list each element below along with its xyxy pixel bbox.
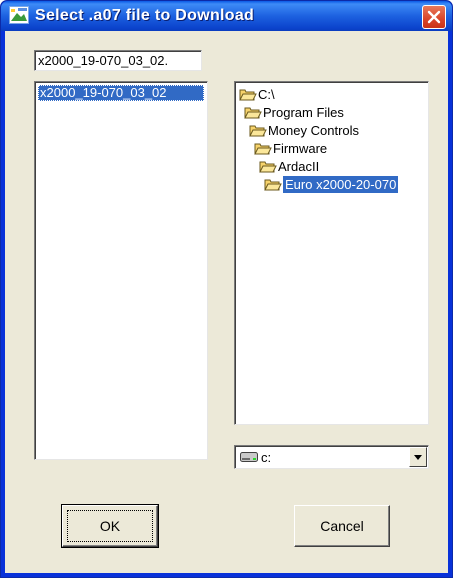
filename-input[interactable] [34,50,202,71]
open-folder-icon [259,161,277,173]
drive-value: c: [261,450,272,465]
ok-button[interactable]: OK [61,504,159,548]
folder-label: C:\ [258,87,275,103]
folder-label: ArdacII [278,159,320,175]
folder-label: Euro x2000-20-070 [283,176,399,194]
chevron-down-icon [414,455,422,460]
open-folder-icon [244,107,262,119]
open-folder-icon [254,143,272,155]
title-bar[interactable]: Select .a07 file to Download [1,1,452,31]
cancel-button[interactable]: Cancel [294,505,390,547]
dialog-icon [9,6,29,24]
close-button[interactable] [422,5,446,29]
folder-item-euro-x2000[interactable]: Euro x2000-20-070 [264,175,399,194]
folder-item-c-root[interactable]: C:\ [239,85,275,103]
file-list[interactable]: x2000_19-070_03_02 [34,81,208,460]
window-title: Select .a07 file to Download [35,7,255,24]
folder-item-money-controls[interactable]: Money Controls [249,121,359,139]
directory-tree[interactable]: C:\ Program Files Money Controls Firmwar… [234,81,429,425]
folder-label: Firmware [273,141,328,157]
open-folder-icon [249,125,267,137]
folder-label: Money Controls [268,123,360,139]
file-list-item[interactable]: x2000_19-070_03_02 [38,85,204,101]
drive-icon [240,452,258,462]
open-folder-icon [239,89,257,101]
cancel-label: Cancel [320,518,364,534]
open-folder-icon [264,179,282,191]
close-icon [427,10,441,24]
folder-item-firmware[interactable]: Firmware [254,139,327,157]
folder-item-program-files[interactable]: Program Files [244,103,344,121]
drive-select[interactable]: c: [234,445,429,469]
drive-dropdown-button[interactable] [409,447,427,467]
folder-item-ardacii[interactable]: ArdacII [259,157,319,175]
focus-rect [67,510,153,542]
folder-label: Program Files [263,105,344,121]
